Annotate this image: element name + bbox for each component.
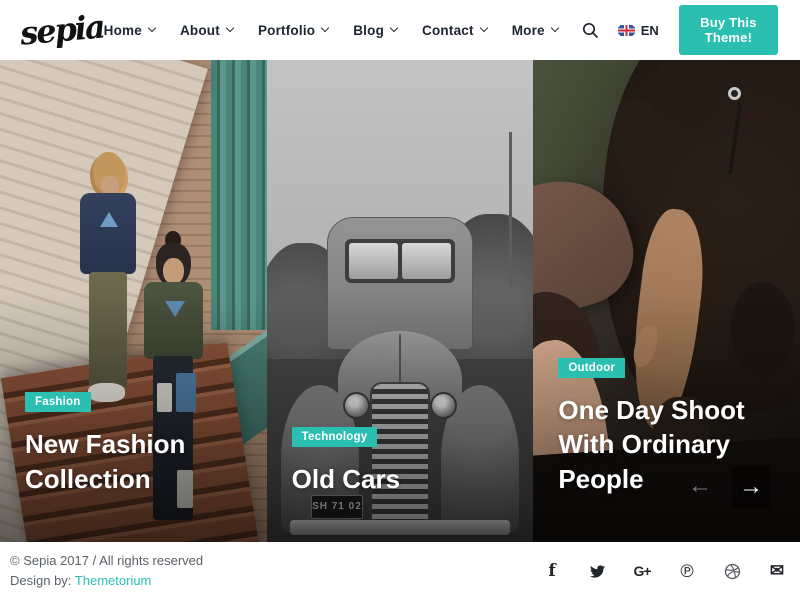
pinterest-icon[interactable]: ℗	[678, 562, 696, 580]
red-brick-wall-shape	[0, 60, 107, 446]
twitter-icon[interactable]	[588, 562, 606, 580]
chevron-down-icon	[148, 24, 156, 32]
teal-railing-shape	[211, 60, 267, 330]
search-icon[interactable]	[582, 22, 599, 39]
chevron-down-icon	[226, 24, 234, 32]
woman-face-shape	[163, 258, 184, 285]
slider-next-arrow-icon[interactable]: →	[732, 466, 770, 508]
chevron-down-icon	[321, 24, 329, 32]
themetorium-link[interactable]: Themetorium	[75, 573, 152, 588]
truck-windshield-shape	[345, 239, 455, 284]
header: sepia Home About Portfolio Blog Contact …	[0, 0, 800, 60]
slide-title[interactable]: Old Cars	[292, 462, 520, 496]
nav-item-contact[interactable]: Contact	[422, 23, 487, 38]
nav-label: About	[180, 23, 220, 38]
slider-prev-arrow-icon[interactable]: ←	[683, 469, 717, 503]
footer-credits: © Sepia 2017 / All rights reserved Desig…	[10, 551, 203, 591]
design-by-line: Design by: Themetorium	[10, 571, 203, 591]
pole-shape	[509, 132, 512, 286]
woman-hair-bun-shape	[165, 231, 181, 249]
social-links: f G+ ℗ ✉	[543, 562, 786, 580]
dribbble-icon[interactable]	[723, 562, 741, 580]
hair-curl-shape	[656, 60, 725, 127]
category-badge[interactable]: Outdoor	[558, 358, 625, 378]
nav-item-about[interactable]: About	[180, 23, 233, 38]
sweater-triangle-shape	[100, 212, 118, 227]
category-badge[interactable]: Fashion	[25, 392, 91, 412]
design-by-label: Design by:	[10, 573, 71, 588]
headlight-shape	[430, 392, 457, 419]
chevron-down-icon	[551, 24, 559, 32]
slide-caption: Fashion New Fashion Collection	[25, 392, 253, 496]
google-plus-icon[interactable]: G+	[633, 562, 651, 580]
main-nav: Home About Portfolio Blog Contact More	[104, 23, 558, 38]
woman-hair-shape	[156, 243, 191, 286]
language-code: EN	[641, 23, 659, 38]
facebook-icon[interactable]: f	[543, 562, 561, 580]
hair-curl-shape	[613, 99, 661, 176]
slide-caption: Technology Old Cars	[292, 427, 520, 496]
hoodie-drawstring-shape	[728, 103, 742, 175]
license-plate: SH 71 02	[311, 495, 364, 519]
headlight-shape	[343, 392, 370, 419]
nav-label: Blog	[353, 23, 384, 38]
slide-fashion[interactable]: Fashion New Fashion Collection	[0, 60, 267, 542]
man-face-shape	[101, 176, 118, 195]
slide-old-cars[interactable]: SH 71 02 Technology Old Cars	[267, 60, 534, 542]
slide-title[interactable]: New Fashion Collection	[25, 427, 253, 496]
truck-hood-shape	[338, 331, 462, 401]
nav-label: Contact	[422, 23, 474, 38]
chevron-down-icon	[390, 24, 398, 32]
man-hair-shape	[93, 152, 125, 195]
site-logo[interactable]: sepia	[19, 10, 105, 49]
category-badge[interactable]: Technology	[292, 427, 378, 447]
hoodie-eyelet-shape	[728, 87, 741, 100]
truck-cab-shape	[327, 217, 474, 351]
buy-theme-button[interactable]: Buy This Theme!	[679, 5, 778, 55]
nav-label: More	[512, 23, 545, 38]
hood-seam-shape	[399, 334, 401, 398]
man-pants-shape	[89, 272, 126, 388]
foliage-shape	[432, 214, 533, 455]
portfolio-slider: Fashion New Fashion Collection	[0, 60, 800, 542]
woman-hat-shape	[533, 163, 645, 328]
footer: © Sepia 2017 / All rights reserved Desig…	[0, 542, 800, 600]
uk-flag-icon	[618, 25, 635, 36]
sweater-triangle-shape	[165, 301, 185, 317]
nav-item-more[interactable]: More	[512, 23, 558, 38]
foliage-shape	[267, 243, 358, 455]
nav-item-portfolio[interactable]: Portfolio	[258, 23, 328, 38]
page: sepia Home About Portfolio Blog Contact …	[0, 0, 800, 600]
nav-label: Portfolio	[258, 23, 315, 38]
nav-item-blog[interactable]: Blog	[353, 23, 397, 38]
man-sweater-shape	[80, 193, 136, 275]
language-switcher[interactable]: EN	[618, 23, 659, 38]
copyright-text: © Sepia 2017 / All rights reserved	[10, 551, 203, 571]
email-icon[interactable]: ✉	[768, 562, 786, 580]
truck-bumper-shape	[290, 520, 510, 534]
woman-sweater-shape	[144, 282, 203, 359]
nav-item-home[interactable]: Home	[104, 23, 155, 38]
chevron-down-icon	[479, 24, 487, 32]
nav-label: Home	[104, 23, 142, 38]
